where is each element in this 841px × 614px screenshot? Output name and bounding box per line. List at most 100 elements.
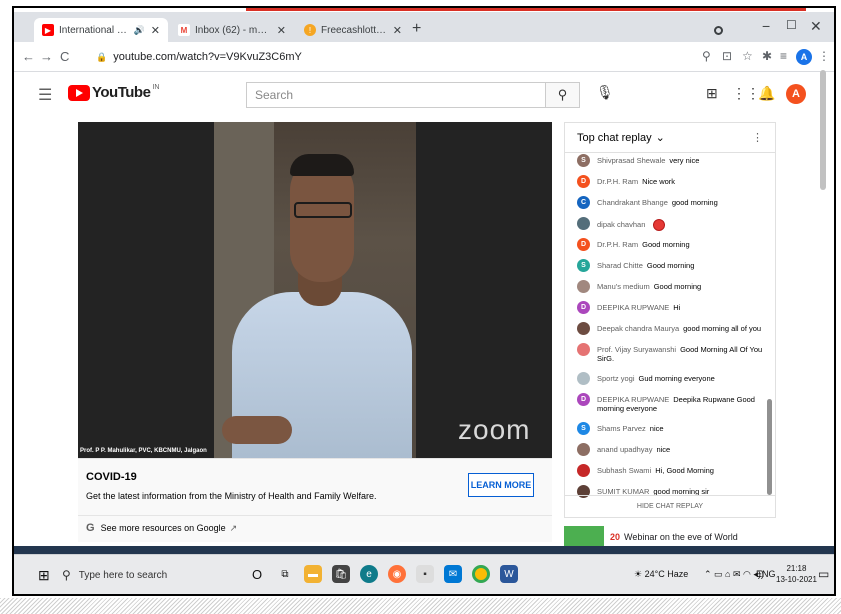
puzzle-icon[interactable]: ✱ xyxy=(762,49,772,63)
chat-author[interactable]: Manu's medium xyxy=(597,282,650,291)
chat-author[interactable]: Dr.P.H. Ram xyxy=(597,240,638,249)
chat-avatar[interactable] xyxy=(577,280,590,293)
install-icon[interactable]: ⊡ xyxy=(722,49,732,63)
chrome-icon[interactable] xyxy=(472,565,490,583)
sticker-icon xyxy=(653,219,666,231)
firefox-icon[interactable]: ◉ xyxy=(388,565,406,583)
tab-freecashlotto[interactable]: ! Freecashlotto.com ✕ xyxy=(296,18,410,42)
chat-author[interactable]: Subhash Swami xyxy=(597,466,651,475)
chat-avatar[interactable]: D xyxy=(577,393,590,406)
chat-avatar[interactable]: D xyxy=(577,238,590,251)
chat-avatar[interactable]: D xyxy=(577,301,590,314)
notification-icon[interactable]: ▭ xyxy=(818,567,829,581)
forward-icon[interactable]: → xyxy=(40,49,53,64)
new-tab-button[interactable]: + xyxy=(412,20,421,38)
chat-author[interactable]: DEEPIKA RUPWANE xyxy=(597,303,669,312)
chat-avatar[interactable] xyxy=(577,443,590,456)
taskbar-search[interactable]: ⚲ Type here to search xyxy=(62,563,232,587)
cortana-icon[interactable]: O xyxy=(248,565,266,583)
extension-icon[interactable]: ⚲ xyxy=(702,49,711,63)
chat-more-icon[interactable]: ⋮ xyxy=(752,131,763,144)
youtube-wordmark: YouTube xyxy=(92,84,151,101)
language-indicator[interactable]: ENG xyxy=(756,569,776,579)
task-view-icon[interactable]: ⧉ xyxy=(276,565,294,583)
chat-author[interactable]: Shivprasad Shewale xyxy=(597,156,665,165)
page-scrollbar[interactable] xyxy=(820,70,826,190)
chat-author[interactable]: anand upadhyay xyxy=(597,445,652,454)
tab-title: International Webinar on Cl xyxy=(59,24,131,36)
youtube-logo[interactable]: YouTube IN xyxy=(68,84,159,101)
hamburger-menu-icon[interactable]: ☰ xyxy=(38,85,52,105)
word-icon[interactable]: W xyxy=(500,565,518,583)
chat-author[interactable]: Dr.P.H. Ram xyxy=(597,177,638,186)
tray-icons[interactable]: ⌃ ▭ ⌂ ✉ ◠ ◂)) xyxy=(704,569,764,580)
chat-author[interactable]: Prof. Vijay Suryawanshi xyxy=(597,345,676,354)
chat-message: dipak chavhan xyxy=(565,216,765,237)
file-explorer-icon[interactable]: ▬ xyxy=(304,565,322,583)
chat-avatar[interactable]: S xyxy=(577,422,590,435)
scroll-thumb[interactable] xyxy=(767,399,772,495)
edge-icon[interactable]: e xyxy=(360,565,378,583)
video-player[interactable]: zoom Prof. P P. Mahulikar, PVC, KBCNMU, … xyxy=(78,122,552,458)
site-favicon-icon: ! xyxy=(304,24,316,36)
search-input[interactable]: Search xyxy=(246,82,546,108)
maximize-icon[interactable]: ☐ xyxy=(786,18,797,32)
minimize-icon[interactable]: − xyxy=(762,18,770,34)
audio-icon[interactable]: 🔊 xyxy=(134,25,145,36)
learn-more-button[interactable]: LEARN MORE xyxy=(468,473,534,497)
chat-header[interactable]: Top chat replay ⌄ ⋮ xyxy=(565,123,775,153)
app-icon[interactable]: ▪ xyxy=(416,565,434,583)
chat-message-text: Good morning xyxy=(653,282,702,291)
clock[interactable]: 21:18 13-10-2021 xyxy=(776,563,817,585)
chat-author[interactable]: Deepak chandra Maurya xyxy=(597,324,679,333)
create-video-icon[interactable]: ⊞ xyxy=(706,85,718,102)
chat-avatar[interactable]: C xyxy=(577,196,590,209)
chat-author[interactable]: Chandrakant Bhange xyxy=(597,198,668,207)
chat-text: Chandrakant Bhange good morning xyxy=(597,195,718,207)
store-icon[interactable]: 🛍 xyxy=(332,565,350,583)
close-tab-icon[interactable]: ✕ xyxy=(387,24,402,37)
close-tab-icon[interactable]: ✕ xyxy=(271,24,286,37)
google-resources-link[interactable]: G See more resources on Google ↗ xyxy=(78,515,552,540)
profile-avatar[interactable]: A xyxy=(796,49,812,65)
tab-gmail[interactable]: M Inbox (62) - meshram81@gmail.c ✕ xyxy=(170,18,294,42)
chat-avatar[interactable] xyxy=(577,372,590,385)
info-text: Get the latest information from the Mini… xyxy=(86,491,377,501)
youtube-header: ☰ YouTube IN Search ⚲ 🎙 ⊞ ⋮⋮ 🔔 A xyxy=(14,72,834,116)
chat-author[interactable]: Sportz yogi xyxy=(597,374,635,383)
chat-avatar[interactable] xyxy=(577,322,590,335)
close-window-icon[interactable]: ✕ xyxy=(810,18,822,35)
chat-avatar[interactable]: S xyxy=(577,259,590,272)
account-avatar[interactable]: A xyxy=(786,84,806,104)
mail-icon[interactable]: ✉ xyxy=(444,565,462,583)
media-control-icon[interactable] xyxy=(714,26,723,35)
chat-text: Manu's medium Good morning xyxy=(597,279,701,291)
star-icon[interactable]: ☆ xyxy=(742,49,753,63)
chat-avatar[interactable] xyxy=(577,464,590,477)
reload-icon[interactable]: C xyxy=(60,49,69,64)
tab-youtube[interactable]: ▶ International Webinar on Cl 🔊 ✕ xyxy=(34,18,168,42)
chat-avatar[interactable]: S xyxy=(577,154,590,167)
windows-start-icon[interactable]: ⊞ xyxy=(38,567,50,584)
more-menu-icon[interactable]: ⋮ xyxy=(818,49,830,63)
address-bar[interactable]: 🔒 youtube.com/watch?v=V9KvuZ3C6mY xyxy=(96,47,646,67)
chat-author[interactable]: dipak chavhan xyxy=(597,220,645,229)
notifications-bell-icon[interactable]: 🔔 xyxy=(758,85,775,102)
hide-chat-button[interactable]: HIDE CHAT REPLAY xyxy=(565,495,775,517)
back-icon[interactable]: ← xyxy=(22,49,35,64)
chat-avatar[interactable] xyxy=(577,343,590,356)
chat-author[interactable]: DEEPIKA RUPWANE xyxy=(597,395,669,404)
promo-badge: 20 xyxy=(610,532,621,542)
chat-scrollbar[interactable] xyxy=(765,153,775,499)
weather-widget[interactable]: ☀ 24°C Haze xyxy=(634,569,688,580)
microphone-icon[interactable]: 🎙 xyxy=(596,84,614,101)
chat-avatar[interactable]: D xyxy=(577,175,590,188)
chat-author[interactable]: Sharad Chitte xyxy=(597,261,643,270)
chat-author[interactable]: Shams Parvez xyxy=(597,424,646,433)
apps-grid-icon[interactable]: ⋮⋮ xyxy=(732,85,760,102)
chat-avatar[interactable] xyxy=(577,217,590,230)
speaker-caption: Prof. P P. Mahulikar, PVC, KBCNMU, Jalga… xyxy=(80,448,207,454)
close-tab-icon[interactable]: ✕ xyxy=(145,24,160,37)
reading-list-icon[interactable]: ≡ xyxy=(780,49,787,63)
search-button[interactable]: ⚲ xyxy=(546,82,580,108)
